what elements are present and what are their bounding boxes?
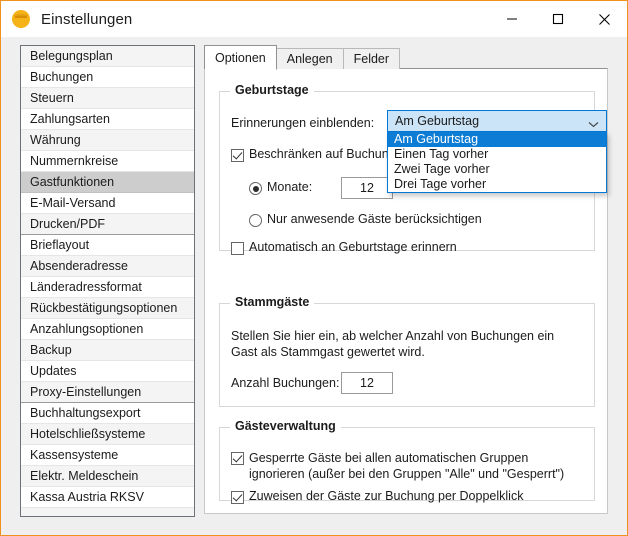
sidebar-item-hotelschliesssysteme[interactable]: Hotelschließsysteme (21, 424, 194, 445)
ignore-blocked-guests-checkbox[interactable] (231, 452, 244, 465)
sidebar-item-laenderadressformat[interactable]: Länderadressformat (21, 277, 194, 298)
booking-count-input[interactable]: 12 (341, 372, 393, 394)
sidebar-item-absenderadresse[interactable]: Absenderadresse (21, 256, 194, 277)
chevron-down-icon (588, 117, 599, 131)
reminder-combobox-value: Am Geburtstag (395, 114, 480, 128)
sidebar-item-proxy-einstellungen[interactable]: Proxy-Einstellungen (21, 382, 194, 403)
sidebar-item-updates[interactable]: Updates (21, 361, 194, 382)
months-label: Monate: (267, 180, 313, 194)
present-guests-label: Nur anwesende Gäste berücksichtigen (267, 212, 482, 226)
title-bar: Einstellungen (1, 1, 627, 37)
sidebar-item-elektr-meldeschein[interactable]: Elektr. Meldeschein (21, 466, 194, 487)
settings-category-list[interactable]: Belegungsplan Buchungen Steuern Zahlungs… (20, 45, 195, 517)
close-button[interactable] (581, 2, 627, 37)
sidebar-item-waehrung[interactable]: Währung (21, 130, 194, 151)
minimize-button[interactable] (489, 2, 535, 37)
sidebar-item-backup[interactable]: Backup (21, 340, 194, 361)
sidebar-item-kassa-austria-rksv[interactable]: Kassa Austria RKSV (21, 487, 194, 508)
window-content: Belegungsplan Buchungen Steuern Zahlungs… (2, 37, 627, 535)
sidebar-item-anzahlungsoptionen[interactable]: Anzahlungsoptionen (21, 319, 194, 340)
group-gaesteverwaltung-body: Gesperrte Gäste bei allen automatischen … (219, 427, 595, 504)
tab-strip: Optionen Anlegen Felder (204, 45, 401, 70)
sidebar-item-drucken-pdf[interactable]: Drucken/PDF (21, 214, 194, 235)
auto-remind-checkbox[interactable] (231, 242, 244, 255)
group-gaesteverwaltung-title: Gästeverwaltung (230, 419, 341, 433)
app-sun-icon (12, 10, 30, 28)
sidebar-item-belegungsplan[interactable]: Belegungsplan (21, 46, 194, 67)
booking-count-label: Anzahl Buchungen: (231, 376, 340, 390)
ignore-blocked-guests-label: Gesperrte Gäste bei allen automatischen … (249, 451, 565, 481)
maximize-button[interactable] (535, 2, 581, 37)
reminder-label: Erinnerungen einblenden: (231, 116, 375, 130)
tab-anlegen[interactable]: Anlegen (275, 48, 344, 69)
sidebar-item-gastfunktionen[interactable]: Gastfunktionen (21, 172, 194, 193)
months-value-input[interactable]: 12 (341, 177, 393, 199)
sidebar-item-kassensysteme[interactable]: Kassensysteme (21, 445, 194, 466)
reminder-dropdown-list[interactable]: Am Geburtstag Einen Tag vorher Zwei Tage… (387, 132, 607, 193)
auto-remind-label: Automatisch an Geburtstage erinnern (249, 240, 457, 254)
group-stammgaeste-title: Stammgäste (230, 295, 315, 309)
group-stammgaeste-body: Stellen Sie hier ein, ab welcher Anzahl … (219, 303, 595, 407)
dropdown-option-drei-tage-vorher[interactable]: Drei Tage vorher (388, 177, 606, 192)
sidebar-item-steuern[interactable]: Steuern (21, 88, 194, 109)
restrict-bookings-checkbox[interactable] (231, 149, 244, 162)
sidebar-filler-row (21, 508, 194, 516)
sidebar-item-email-versand[interactable]: E-Mail-Versand (21, 193, 194, 214)
sidebar-item-buchungen[interactable]: Buchungen (21, 67, 194, 88)
group-geburtstage: Geburtstage Erinnerungen einblenden: Am … (219, 83, 607, 255)
dropdown-option-einen-tag-vorher[interactable]: Einen Tag vorher (388, 147, 606, 162)
tab-panel-optionen: Geburtstage Erinnerungen einblenden: Am … (204, 68, 608, 514)
sidebar-item-brieflayout[interactable]: Brieflayout (21, 235, 194, 256)
group-stammgaeste: Stammgäste Stellen Sie hier ein, ab welc… (219, 295, 595, 407)
months-radio[interactable] (249, 182, 262, 195)
group-gaesteverwaltung: Gästeverwaltung Gesperrte Gäste bei alle… (219, 419, 595, 504)
sidebar-item-zahlungsarten[interactable]: Zahlungsarten (21, 109, 194, 130)
window-title: Einstellungen (41, 10, 133, 28)
assign-guests-doubleclick-label: Zuweisen der Gäste zur Buchung per Doppe… (249, 489, 524, 503)
assign-guests-doubleclick-checkbox[interactable] (231, 491, 244, 504)
group-geburtstage-title: Geburtstage (230, 83, 314, 97)
dropdown-option-zwei-tage-vorher[interactable]: Zwei Tage vorher (388, 162, 606, 177)
settings-window: Einstellungen Belegungsplan Buchungen St… (0, 0, 628, 536)
tab-felder[interactable]: Felder (342, 48, 401, 69)
reminder-combobox[interactable]: Am Geburtstag (387, 110, 607, 132)
window-controls (489, 2, 627, 37)
sidebar-item-buchhaltungsexport[interactable]: Buchhaltungsexport (21, 403, 194, 424)
stammgaeste-description: Stellen Sie hier ein, ab welcher Anzahl … (231, 329, 555, 359)
sidebar-item-nummernkreise[interactable]: Nummernkreise (21, 151, 194, 172)
tab-optionen[interactable]: Optionen (204, 45, 277, 70)
dropdown-option-am-geburtstag[interactable]: Am Geburtstag (388, 132, 606, 147)
sidebar-item-rueckbestaetigungsoptionen[interactable]: Rückbestätigungsoptionen (21, 298, 194, 319)
group-geburtstage-body: Erinnerungen einblenden: Am Geburtstag A… (219, 91, 607, 255)
present-guests-radio[interactable] (249, 214, 262, 227)
